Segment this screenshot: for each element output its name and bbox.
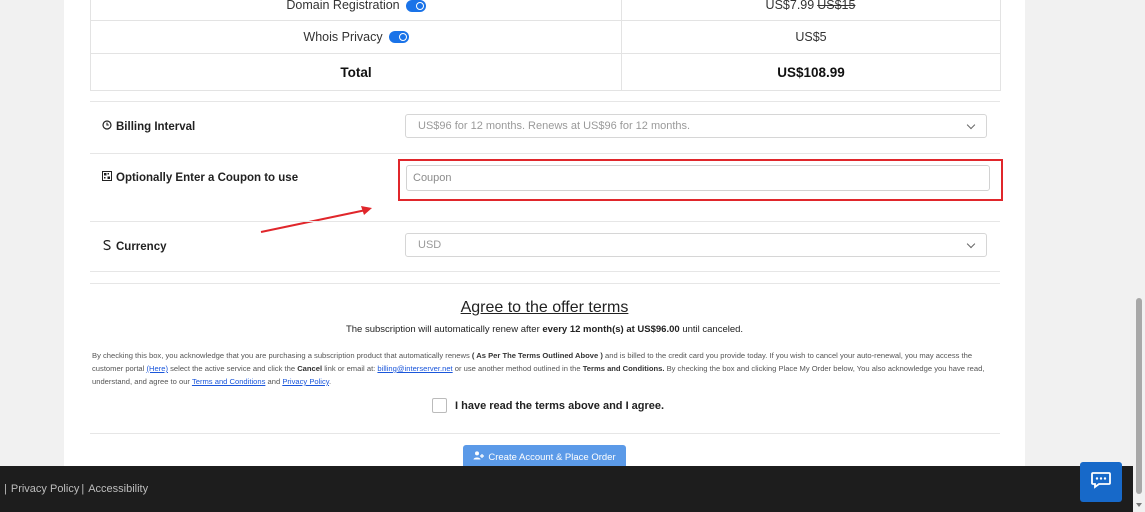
line-item-label: Whois Privacy <box>91 21 621 53</box>
divider <box>90 433 1000 434</box>
footer: | Privacy Policy | Accessibility <box>0 466 1133 512</box>
total-row: Total US$108.99 <box>91 53 1000 90</box>
domain-old-price: US$15 <box>817 0 856 12</box>
chat-button[interactable] <box>1080 462 1122 502</box>
legal-bold: Cancel <box>297 364 323 373</box>
agree-checkbox-row[interactable]: I have read the terms above and I agree. <box>432 398 664 413</box>
total-value: US$108.99 <box>621 54 1000 90</box>
whois-privacy-label: Whois Privacy <box>303 30 383 44</box>
footer-accessibility-link[interactable]: Accessibility <box>88 483 148 495</box>
terms-sub-end: until canceled. <box>682 324 744 335</box>
coupon-label-text: Optionally Enter a Coupon to use <box>116 171 299 184</box>
legal-bold: ( As Per The Terms Outlined Above ) <box>471 351 603 360</box>
whois-price: US$5 <box>795 30 827 44</box>
currency-label: Currency <box>102 239 167 254</box>
agree-checkbox[interactable] <box>432 398 447 413</box>
chevron-down-icon <box>966 120 976 129</box>
footer-privacy-link[interactable]: Privacy Policy <box>11 483 79 495</box>
terms-link[interactable]: Terms and Conditions <box>192 377 265 386</box>
legal-part: and <box>267 377 281 386</box>
clock-icon <box>102 120 112 133</box>
line-item-price: US$5 <box>621 21 1000 53</box>
annotation-arrow-icon <box>260 206 372 233</box>
divider <box>90 283 1000 284</box>
billing-interval-text: Billing Interval <box>116 120 196 133</box>
divider <box>90 271 1000 272</box>
terms-title: Agree to the offer terms <box>460 299 629 316</box>
terms-subtitle: The subscription will automatically rene… <box>64 324 1025 335</box>
line-item-price: US$7.99 US$15 <box>621 0 999 20</box>
terms-sub-bold: every 12 month(s) at US$96.00 <box>542 324 680 335</box>
dollar-icon <box>102 239 112 254</box>
place-order-label: Create Account & Place Order <box>488 451 616 463</box>
legal-bold: Terms and Conditions. <box>582 364 665 373</box>
scrollbar-thumb[interactable] <box>1136 298 1142 494</box>
chat-icon <box>1090 470 1112 495</box>
coupon-highlight-box <box>398 159 1003 201</box>
footer-separator: | <box>4 483 7 495</box>
coupon-label: Optionally Enter a Coupon to use <box>102 171 298 184</box>
currency-label-text: Currency <box>116 240 167 253</box>
domain-registration-toggle[interactable] <box>405 0 426 12</box>
line-item-label: Domain Registration <box>91 0 621 20</box>
legal-part: select the active service and click the <box>170 364 296 373</box>
coupon-input[interactable] <box>406 165 990 191</box>
qr-code-icon <box>102 171 112 184</box>
legal-text: By checking this box, you acknowledge th… <box>92 349 992 388</box>
billing-interval-label: Billing Interval <box>102 120 195 133</box>
chevron-down-icon <box>966 239 976 248</box>
currency-value: USD <box>418 239 442 251</box>
order-card: Domain Registration US$7.99 US$15 Whois … <box>64 0 1025 469</box>
domain-registration-label: Domain Registration <box>286 0 400 12</box>
billing-email-link[interactable]: billing@interserver.net <box>377 364 452 373</box>
billing-interval-value: US$96 for 12 months. Renews at US$96 for… <box>418 120 691 132</box>
divider <box>90 101 1000 102</box>
table-row: Whois Privacy US$5 <box>91 20 1000 53</box>
legal-part: By checking this box, you acknowledge th… <box>92 351 470 360</box>
agree-checkbox-label[interactable]: I have read the terms above and I agree. <box>455 400 664 412</box>
total-label: Total <box>340 64 372 80</box>
privacy-policy-link[interactable]: Privacy Policy <box>282 377 329 386</box>
whois-privacy-toggle[interactable] <box>388 31 409 43</box>
legal-part: . <box>329 377 332 386</box>
divider <box>90 153 1000 154</box>
legal-part: or use another method outlined in the <box>454 364 581 373</box>
scroll-down-arrow-icon[interactable] <box>1136 503 1142 507</box>
customer-portal-link[interactable]: (Here) <box>146 364 168 373</box>
footer-separator: | <box>81 483 85 495</box>
domain-price: US$7.99 <box>765 0 815 12</box>
scrollbar[interactable] <box>1133 0 1145 512</box>
terms-sub-text: The subscription will automatically rene… <box>345 324 540 335</box>
user-plus-icon <box>473 451 485 463</box>
price-table: Domain Registration US$7.99 US$15 Whois … <box>90 0 1001 91</box>
table-row: Domain Registration US$7.99 US$15 <box>91 0 1000 20</box>
legal-part: link or email at: <box>324 364 376 373</box>
currency-select[interactable]: USD <box>405 233 987 257</box>
billing-interval-select[interactable]: US$96 for 12 months. Renews at US$96 for… <box>405 114 987 138</box>
divider <box>90 221 1000 222</box>
